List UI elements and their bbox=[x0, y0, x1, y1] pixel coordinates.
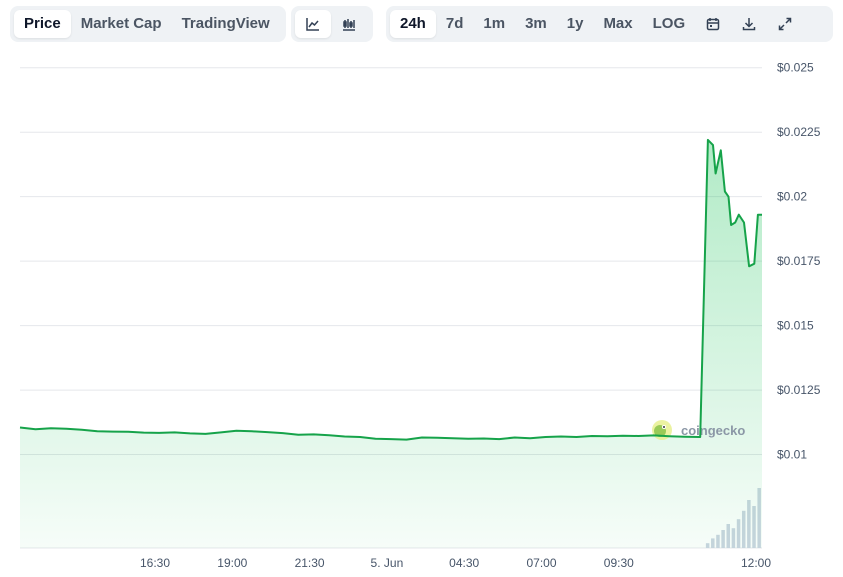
x-tick-label: 07:00 bbox=[526, 556, 556, 570]
price-chart[interactable]: coingecko $0.01 $0.0125 $0.015 $0.0175 $0.02… bbox=[0, 0, 843, 577]
y-tick-label: $0.01 bbox=[777, 448, 807, 462]
x-tick-label: 09:30 bbox=[604, 556, 634, 570]
watermark-text: coingecko bbox=[681, 423, 745, 438]
y-tick-label: $0.015 bbox=[777, 319, 814, 333]
x-tick-label: 12:00 bbox=[741, 556, 771, 570]
price-area bbox=[20, 139, 762, 548]
x-tick-label: 19:00 bbox=[217, 556, 247, 570]
x-tick-label: 21:30 bbox=[295, 556, 325, 570]
x-axis: 16:30 19:00 21:30 5. Jun 04:30 07:00 09:30 12:0… bbox=[140, 556, 771, 570]
x-tick-label: 5. Jun bbox=[371, 556, 404, 570]
price-line bbox=[19, 138, 762, 441]
y-tick-label: $0.0225 bbox=[777, 125, 821, 139]
y-tick-label: $0.0175 bbox=[777, 254, 821, 268]
price-area-fill bbox=[20, 139, 762, 548]
x-tick-label: 04:30 bbox=[449, 556, 479, 570]
x-tick-label: 16:30 bbox=[140, 556, 170, 570]
y-axis: $0.01 $0.0125 $0.015 $0.0175 $0.02 $0.0225 $0.… bbox=[777, 61, 821, 462]
y-tick-label: $0.02 bbox=[777, 190, 807, 204]
price-series-line bbox=[19, 138, 762, 441]
y-tick-label: $0.025 bbox=[777, 61, 814, 75]
y-tick-label: $0.0125 bbox=[777, 383, 821, 397]
